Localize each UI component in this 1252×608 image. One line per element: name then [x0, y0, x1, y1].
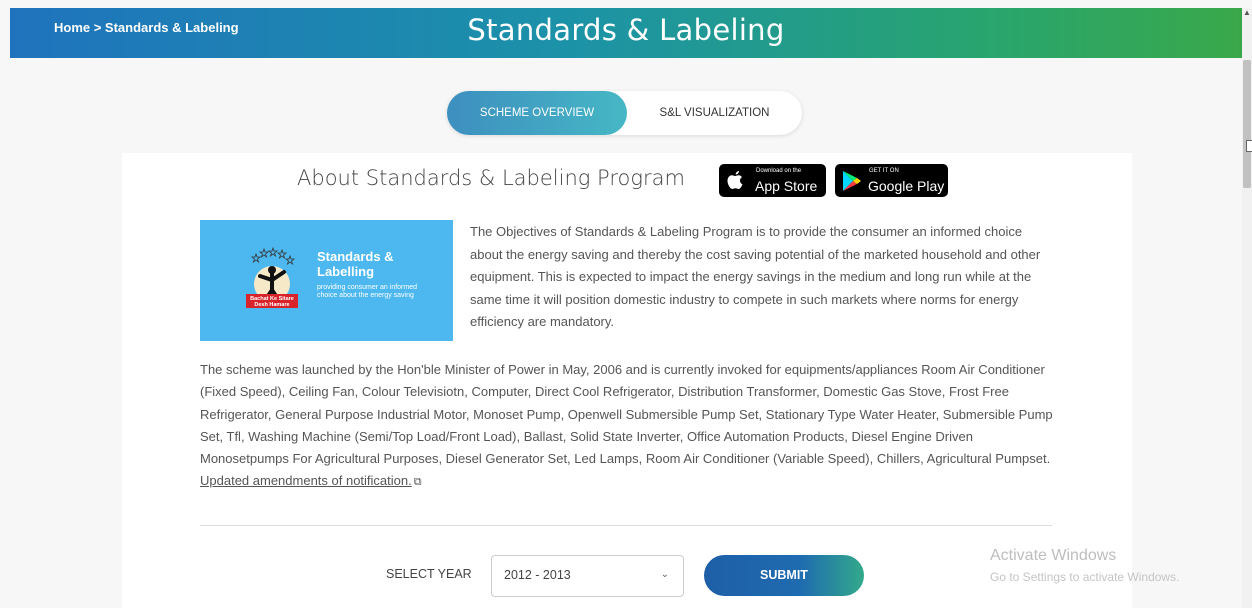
submit-button[interactable]: SUBMIT — [704, 555, 864, 596]
vertical-scrollbar[interactable]: ▲ — [1242, 8, 1252, 608]
section-divider — [200, 525, 1052, 526]
activate-windows-subtitle: Go to Settings to activate Windows. — [990, 570, 1180, 584]
program-banner: Bachat Ke Sitare Desh Hamare Standards &… — [200, 220, 453, 341]
banner-title-line1: Standards & — [317, 249, 394, 264]
section-title: About Standards & Labeling Program — [297, 166, 685, 190]
banner-title: Standards & Labelling — [317, 249, 394, 279]
chevron-down-icon: ⌄ — [660, 569, 669, 580]
google-play-button[interactable]: GET IT ON Google Play — [835, 164, 948, 197]
scheme-text: The scheme was launched by the Hon'ble M… — [200, 359, 1055, 494]
page-title: Standards & Labeling — [467, 13, 785, 47]
svg-text:Desh Hamare: Desh Hamare — [254, 302, 289, 308]
scheme-body: The scheme was launched by the Hon'ble M… — [200, 362, 1053, 467]
app-store-small-text: Download on the — [756, 168, 802, 174]
banner-title-line2: Labelling — [317, 264, 375, 279]
select-year-label: SELECT YEAR — [386, 567, 472, 581]
tab-scheme-overview[interactable]: SCHEME OVERVIEW — [447, 91, 627, 135]
window-edge-icon — [1246, 140, 1252, 152]
banner-subtitle: providing consumer an informed choice ab… — [317, 284, 417, 299]
google-play-big-text: Google Play — [868, 178, 945, 194]
amendments-link[interactable]: Updated amendments of notification. — [200, 473, 412, 488]
google-play-icon — [843, 171, 861, 191]
app-store-big-text: App Store — [755, 178, 818, 194]
app-store-button[interactable]: Download on the App Store — [719, 164, 826, 197]
scroll-up-icon[interactable]: ▲ — [1243, 8, 1251, 17]
tab-bar: SCHEME OVERVIEW S&L VISUALIZATION — [447, 91, 802, 135]
year-selected-value: 2012 - 2013 — [504, 568, 571, 582]
apple-icon — [727, 171, 743, 189]
google-play-small-text: GET IT ON — [869, 168, 899, 174]
external-link-icon[interactable]: ⧉ — [414, 471, 422, 493]
scrollbar-thumb[interactable] — [1243, 60, 1251, 188]
page-header: Home > Standards & Labeling Standards & … — [10, 8, 1242, 58]
activate-windows-title: Activate Windows — [990, 547, 1117, 564]
bachat-ke-sitare-logo: Bachat Ke Sitare Desh Hamare — [246, 246, 298, 308]
year-select[interactable]: 2012 - 2013 ⌄ — [491, 555, 684, 597]
objectives-text: The Objectives of Standards & Labeling P… — [470, 224, 1041, 329]
tab-sl-visualization[interactable]: S&L VISUALIZATION — [627, 91, 802, 135]
